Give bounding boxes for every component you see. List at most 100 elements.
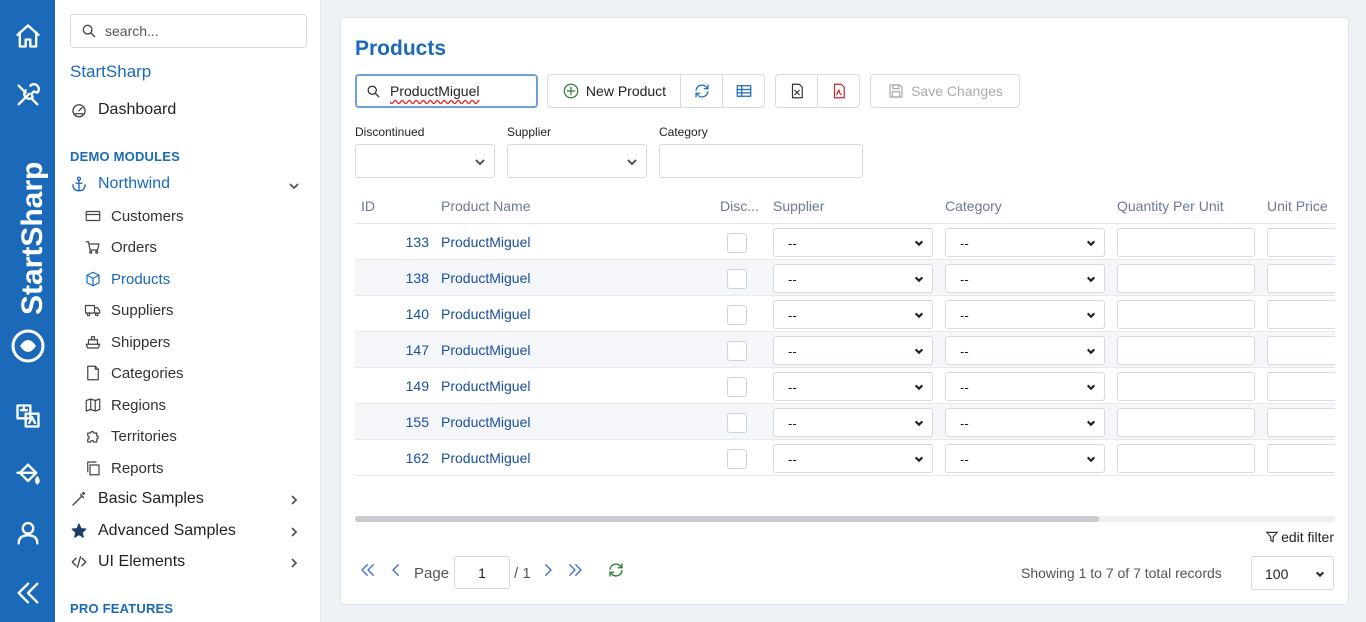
sidebar-item-northwind[interactable]: Northwind [70, 175, 170, 193]
table-row[interactable]: 149 ProductMiguel -- -- [355, 368, 1335, 404]
cell-supplier-select[interactable]: -- [773, 372, 933, 401]
cell-unit-price-input[interactable] [1267, 372, 1335, 401]
translate-icon[interactable] [12, 400, 43, 431]
sidebar-item-customers[interactable]: Customers [84, 207, 184, 225]
cell-product-name-link[interactable]: ProductMiguel [441, 414, 531, 430]
sidebar-item-basic-samples[interactable]: Basic Samples [70, 490, 204, 508]
pdf-export-button[interactable] [817, 74, 860, 108]
chevron-right-icon[interactable] [288, 526, 300, 538]
cell-discontinued-checkbox[interactable] [727, 341, 747, 361]
column-picker-button[interactable] [722, 74, 765, 108]
table-row[interactable]: 140 ProductMiguel -- -- [355, 296, 1335, 332]
cell-quantity-input[interactable] [1117, 264, 1255, 293]
cell-product-name-link[interactable]: ProductMiguel [441, 270, 531, 286]
cell-product-name-link[interactable]: ProductMiguel [441, 378, 531, 394]
quick-search-input[interactable]: ProductMiguel [355, 74, 538, 108]
tools-icon[interactable] [12, 79, 43, 110]
cell-discontinued-checkbox[interactable] [727, 413, 747, 433]
prev-page-button[interactable] [387, 561, 405, 579]
table-row[interactable]: 162 ProductMiguel -- -- [355, 440, 1335, 476]
column-header-unit-price[interactable]: Unit Price [1267, 198, 1328, 214]
save-changes-button[interactable]: Save Changes [870, 74, 1020, 108]
last-page-button[interactable] [566, 561, 584, 579]
sidebar-item-suppliers[interactable]: Suppliers [84, 301, 174, 319]
table-row[interactable]: 147 ProductMiguel -- -- [355, 332, 1335, 368]
sidebar-search-input[interactable] [105, 23, 295, 39]
sidebar-search[interactable] [70, 14, 307, 48]
paint-bucket-icon[interactable] [12, 458, 43, 489]
next-page-button[interactable] [539, 561, 557, 579]
cell-product-name-link[interactable]: ProductMiguel [441, 450, 531, 466]
table-row[interactable]: 155 ProductMiguel -- -- [355, 404, 1335, 440]
cell-category-select[interactable]: -- [945, 408, 1105, 437]
excel-export-button[interactable] [775, 74, 818, 108]
cell-product-name-link[interactable]: ProductMiguel [441, 342, 531, 358]
cell-product-name-link[interactable]: ProductMiguel [441, 306, 531, 322]
column-header-id[interactable]: ID [361, 198, 375, 214]
cell-supplier-select[interactable]: -- [773, 444, 933, 473]
cell-quantity-input[interactable] [1117, 336, 1255, 365]
pager-refresh-button[interactable] [607, 561, 625, 579]
cell-unit-price-input[interactable] [1267, 444, 1335, 473]
cell-quantity-input[interactable] [1117, 444, 1255, 473]
collapse-icon[interactable] [12, 577, 43, 608]
cell-unit-price-input[interactable] [1267, 228, 1335, 257]
sidebar-item-orders[interactable]: Orders [84, 238, 157, 256]
chevron-right-icon[interactable] [288, 557, 300, 569]
cell-discontinued-checkbox[interactable] [727, 305, 747, 325]
refresh-button[interactable] [680, 74, 723, 108]
column-header-discontinued[interactable]: Disc... [720, 198, 759, 214]
supplier-filter-select[interactable] [507, 144, 647, 178]
sidebar-item-reports[interactable]: Reports [84, 459, 164, 477]
horizontal-scrollbar[interactable] [355, 516, 1335, 522]
edit-filter-link[interactable]: edit filter [1265, 529, 1334, 545]
cell-quantity-input[interactable] [1117, 300, 1255, 329]
cell-category-select[interactable]: -- [945, 372, 1105, 401]
home-icon[interactable] [12, 20, 43, 51]
cell-unit-price-input[interactable] [1267, 408, 1335, 437]
cell-category-select[interactable]: -- [945, 300, 1105, 329]
sidebar-item-advanced-samples[interactable]: Advanced Samples [70, 522, 236, 540]
sidebar-item-territories[interactable]: Territories [84, 427, 177, 445]
cell-category-select[interactable]: -- [945, 444, 1105, 473]
cell-product-name-link[interactable]: ProductMiguel [441, 234, 531, 250]
column-header-category[interactable]: Category [945, 198, 1002, 214]
cell-supplier-select[interactable]: -- [773, 300, 933, 329]
column-header-product-name[interactable]: Product Name [441, 198, 530, 214]
cell-category-select[interactable]: -- [945, 336, 1105, 365]
cell-unit-price-input[interactable] [1267, 336, 1335, 365]
page-size-select[interactable]: 100 [1251, 556, 1334, 590]
cell-supplier-select[interactable]: -- [773, 228, 933, 257]
cell-discontinued-checkbox[interactable] [727, 449, 747, 469]
sidebar-item-regions[interactable]: Regions [84, 396, 166, 414]
sidebar-item-shippers[interactable]: Shippers [84, 333, 170, 351]
user-icon[interactable] [12, 517, 43, 548]
cell-supplier-select[interactable]: -- [773, 408, 933, 437]
column-header-quantity-per-unit[interactable]: Quantity Per Unit [1117, 198, 1224, 214]
cell-unit-price-input[interactable] [1267, 264, 1335, 293]
cell-supplier-select[interactable]: -- [773, 336, 933, 365]
sidebar-item-dashboard[interactable]: Dashboard [70, 101, 176, 119]
discontinued-filter-select[interactable] [355, 144, 495, 178]
chevron-right-icon[interactable] [288, 494, 300, 506]
cell-quantity-input[interactable] [1117, 228, 1255, 257]
table-row[interactable]: 133 ProductMiguel -- -- [355, 224, 1335, 260]
table-row[interactable]: 138 ProductMiguel -- -- [355, 260, 1335, 296]
first-page-button[interactable] [359, 561, 377, 579]
page-number-input[interactable]: 1 [454, 556, 510, 589]
cell-category-select[interactable]: -- [945, 228, 1105, 257]
cell-discontinued-checkbox[interactable] [727, 269, 747, 289]
sidebar-item-ui-elements[interactable]: UI Elements [70, 553, 185, 571]
cell-category-select[interactable]: -- [945, 264, 1105, 293]
new-product-button[interactable]: New Product [547, 74, 681, 108]
chevron-down-icon[interactable] [288, 180, 300, 192]
cell-supplier-select[interactable]: -- [773, 264, 933, 293]
sidebar-brand-title[interactable]: StartSharp [70, 62, 151, 82]
cell-unit-price-input[interactable] [1267, 300, 1335, 329]
cell-quantity-input[interactable] [1117, 408, 1255, 437]
sidebar-item-categories[interactable]: Categories [84, 364, 184, 382]
cell-discontinued-checkbox[interactable] [727, 377, 747, 397]
cell-quantity-input[interactable] [1117, 372, 1255, 401]
column-header-supplier[interactable]: Supplier [773, 198, 824, 214]
scrollbar-thumb[interactable] [355, 516, 1099, 522]
